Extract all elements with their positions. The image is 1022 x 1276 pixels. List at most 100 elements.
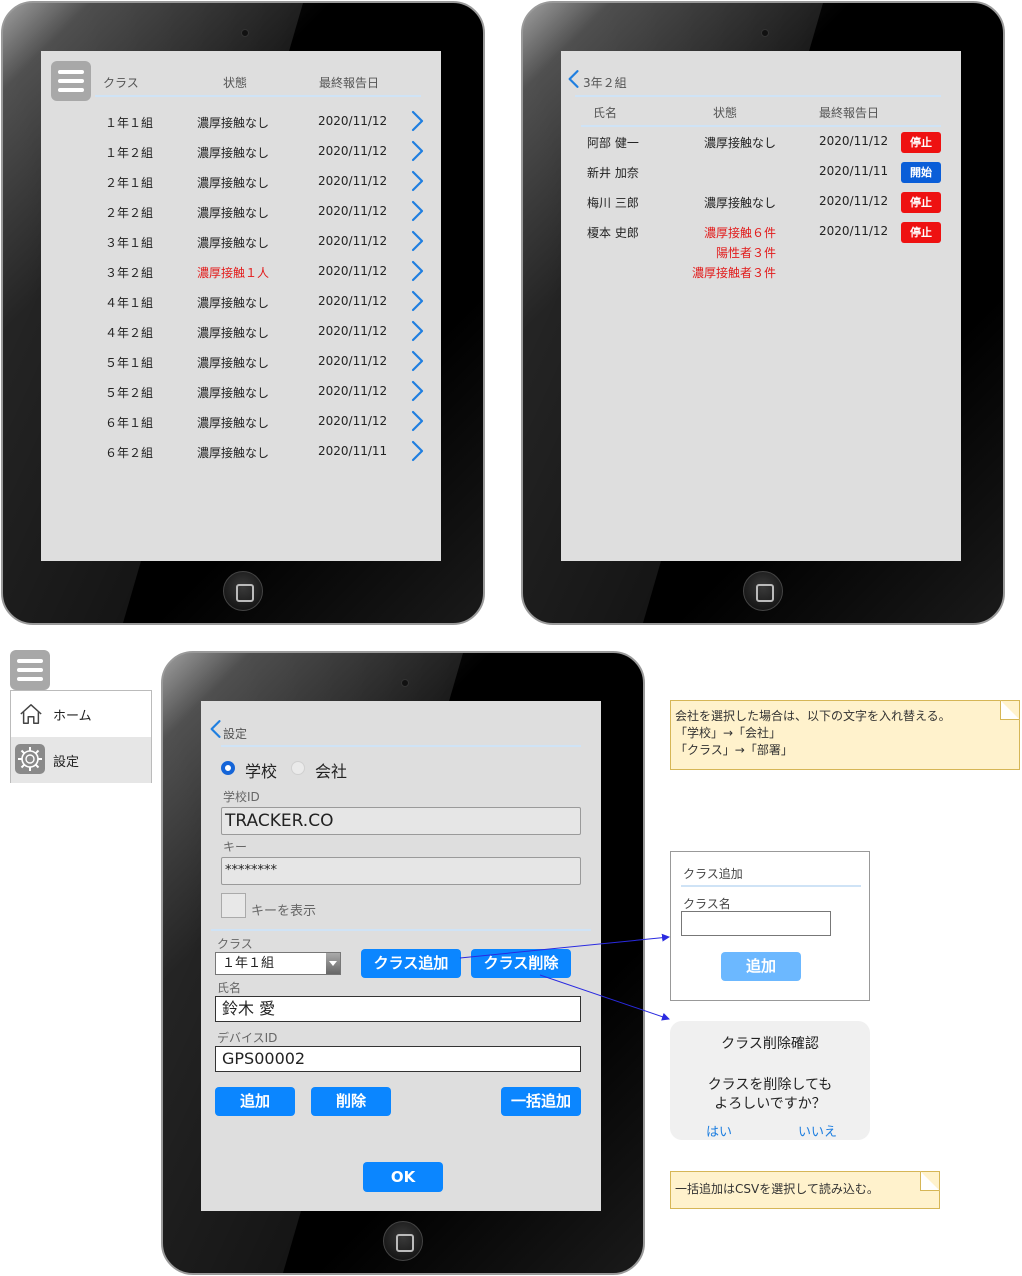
- device-id-field[interactable]: GPS00002: [215, 1046, 581, 1072]
- class-name: ６年１組: [105, 416, 154, 430]
- back-label[interactable]: 設定: [223, 725, 247, 742]
- header-last-report: 最終報告日: [319, 76, 380, 90]
- show-key-checkbox[interactable]: [221, 893, 246, 918]
- confirm-no-link[interactable]: いいえ: [798, 1121, 837, 1140]
- header-last-report: 最終報告日: [819, 106, 880, 120]
- chevron-right-icon[interactable]: [409, 260, 425, 282]
- class-status: 濃厚接触なし: [197, 326, 270, 340]
- chevron-right-icon[interactable]: [409, 110, 425, 132]
- stop-button[interactable]: 停止: [901, 222, 941, 243]
- chevron-right-icon[interactable]: [409, 410, 425, 432]
- radio-school[interactable]: [221, 761, 235, 775]
- section-divider: [211, 929, 591, 931]
- show-key-label: キーを表示: [251, 904, 317, 919]
- member-last-report: 2020/11/12: [819, 194, 889, 208]
- chevron-right-icon[interactable]: [409, 230, 425, 252]
- class-name-input[interactable]: [681, 911, 831, 936]
- radio-school-label: 学校: [245, 762, 278, 781]
- hamburger-menu-icon[interactable]: [10, 650, 50, 690]
- tablet-settings: 設定 学校 会社 学校ID TRACKER.CO キー ******** キーを…: [161, 651, 645, 1275]
- class-last-report: 2020/11/12: [318, 384, 388, 398]
- radio-company[interactable]: [291, 761, 305, 775]
- home-button[interactable]: [743, 571, 783, 611]
- class-name: ５年１組: [105, 356, 154, 370]
- ok-button[interactable]: OK: [363, 1162, 443, 1192]
- header-divider: [95, 95, 421, 97]
- class-name: ４年２組: [105, 326, 154, 340]
- member-last-report: 2020/11/12: [819, 134, 889, 148]
- camera: [241, 29, 249, 37]
- member-name: 新井 加奈: [587, 166, 639, 180]
- home-button[interactable]: [223, 571, 263, 611]
- chevron-right-icon[interactable]: [409, 200, 425, 222]
- back-chevron-icon[interactable]: [209, 719, 223, 739]
- header-status: 状態: [223, 76, 248, 90]
- gear-icon: [15, 744, 45, 774]
- back-label[interactable]: 3年２組: [583, 74, 627, 91]
- class-last-report: 2020/11/12: [318, 324, 388, 338]
- add-button[interactable]: 追加: [215, 1087, 295, 1116]
- class-status: 濃厚接触なし: [197, 446, 270, 460]
- confirm-message-line2: よろしいですか？: [714, 1096, 826, 1112]
- home-button[interactable]: [383, 1221, 423, 1261]
- name-field[interactable]: 鈴木 愛: [215, 996, 581, 1022]
- chevron-right-icon[interactable]: [409, 350, 425, 372]
- camera: [761, 29, 769, 37]
- member-name: 梅川 三郎: [587, 196, 639, 210]
- header-divider: [581, 125, 941, 127]
- member-status: 濃厚接触者３件: [691, 266, 776, 280]
- menu-item-settings[interactable]: 設定: [11, 737, 151, 783]
- home-icon: [20, 704, 42, 724]
- company-note-line2: 「学校」→「会社」: [675, 726, 782, 740]
- member-status: 濃厚接触なし: [703, 136, 776, 150]
- class-status: 濃厚接触なし: [197, 236, 270, 250]
- side-menu: ホーム 設定: [10, 690, 152, 783]
- start-button[interactable]: 開始: [901, 162, 941, 183]
- bulk-add-button[interactable]: 一括追加: [501, 1087, 581, 1116]
- delete-confirm-dialog: クラス削除確認 クラスを削除しても よろしいですか？ はい いいえ: [670, 1021, 870, 1140]
- menu-item-home-label: ホーム: [53, 709, 92, 724]
- school-id-field[interactable]: TRACKER.CO: [221, 807, 581, 835]
- class-detail-screen: 3年２組 氏名 状態 最終報告日 阿部 健一 濃厚接触なし 2020/11/12 停止…: [561, 51, 961, 561]
- member-status: 陽性者３件: [715, 246, 776, 260]
- member-status: 濃厚接触なし: [703, 196, 776, 210]
- hamburger-menu-icon[interactable]: [51, 61, 91, 101]
- confirm-yes-link[interactable]: はい: [706, 1121, 732, 1140]
- header-status: 状態: [713, 106, 738, 120]
- class-status: 濃厚接触１人: [197, 266, 270, 280]
- top-divider: [575, 95, 941, 97]
- key-field[interactable]: ********: [221, 857, 581, 885]
- menu-item-settings-label: 設定: [53, 755, 80, 770]
- delete-button[interactable]: 削除: [311, 1087, 391, 1116]
- chevron-right-icon[interactable]: [409, 170, 425, 192]
- header-class: クラス: [103, 76, 139, 90]
- chevron-right-icon[interactable]: [409, 140, 425, 162]
- add-class-dialog-title: クラス追加: [683, 867, 743, 881]
- menu-item-home[interactable]: ホーム: [11, 691, 151, 737]
- stop-button[interactable]: 停止: [901, 192, 941, 213]
- add-class-button[interactable]: クラス追加: [361, 949, 461, 978]
- member-last-report: 2020/11/11: [819, 164, 889, 178]
- class-status: 濃厚接触なし: [197, 386, 270, 400]
- device-id-label: デバイスID: [217, 1031, 278, 1045]
- delete-class-button[interactable]: クラス削除: [471, 949, 571, 978]
- dropdown-arrow-icon: [326, 953, 340, 974]
- class-select-value: １年１組: [222, 956, 275, 971]
- dialog-divider: [681, 885, 861, 887]
- class-status: 濃厚接触なし: [197, 296, 270, 310]
- chevron-right-icon[interactable]: [409, 290, 425, 312]
- name-label: 氏名: [217, 981, 242, 995]
- back-chevron-icon[interactable]: [567, 69, 581, 89]
- stop-button[interactable]: 停止: [901, 132, 941, 153]
- class-status: 濃厚接触なし: [197, 356, 270, 370]
- chevron-right-icon[interactable]: [409, 380, 425, 402]
- class-select[interactable]: １年１組: [215, 952, 341, 975]
- chevron-right-icon[interactable]: [409, 440, 425, 462]
- class-status: 濃厚接触なし: [197, 206, 270, 220]
- dialog-add-button[interactable]: 追加: [721, 952, 801, 981]
- tablet-class-detail: 3年２組 氏名 状態 最終報告日 阿部 健一 濃厚接触なし 2020/11/12 停止…: [521, 1, 1005, 625]
- company-note-line3: 「クラス」→「部署」: [675, 743, 793, 757]
- class-name: ６年２組: [105, 446, 154, 460]
- class-status: 濃厚接触なし: [197, 176, 270, 190]
- chevron-right-icon[interactable]: [409, 320, 425, 342]
